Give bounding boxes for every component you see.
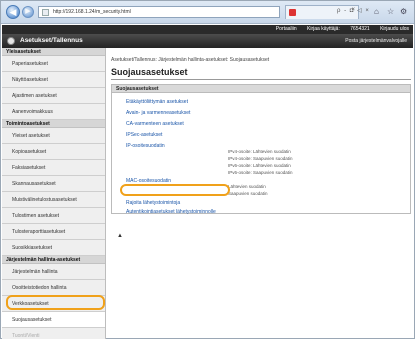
home-icon[interactable]: ⌂ [374,7,379,16]
tab-favicon-icon [289,9,296,16]
sidebar-item-favorites[interactable]: Suosikkiasetukset [2,240,105,256]
panel-header: Suojausasetukset [112,85,410,93]
sidebar-section-functions: Toimintoasetukset [2,120,105,128]
sidebar-item-fax[interactable]: Faksiasetukset [2,160,105,176]
user-id: 7654321 [350,26,370,32]
ipv4-inbound-filter: IPv4-osoite: Saapuvien suodatin [228,156,293,161]
sidebar-item-report[interactable]: Tulosteraporttiasetukset [2,224,105,240]
gear-icon[interactable]: ⚙ [400,7,407,16]
sidebar-item-printer[interactable]: Tulostimen asetukset [2,208,105,224]
ipsec-settings-link[interactable]: IPSec-asetukset [126,132,162,138]
browser-toolbar: ◀ ▶ http://192.168.1.24/m_security.html … [1,1,414,24]
browser-window: ◀ ▶ http://192.168.1.24/m_security.html … [0,0,415,339]
page-title: Suojausasetukset [111,67,188,77]
mac-outbound-filter: Lähtevien suodatin [228,184,266,189]
back-button[interactable]: ◀ [6,5,20,19]
app-title: Asetukset/Tallennus [20,37,83,44]
sidebar-item-memory-media[interactable]: Muistivälinetulostusasetukset [2,192,105,208]
sidebar-item-import-export[interactable]: Tuonti/Vienti [2,328,105,339]
star-icon[interactable]: ☆ [387,7,394,16]
app-top-bar: Portaaliin Kirjaa käyttäjä: 7654321 Kirj… [2,25,413,34]
tx-authentication-settings-link[interactable]: Autentikointiasetukset lähetystoiminnoll… [126,209,216,215]
sidebar-item-copy[interactable]: Kopioasetukset [2,144,105,160]
sidebar-section-general: Yleisasetukset [2,48,105,56]
sidebar-item-security[interactable]: Suojausasetukset [2,312,105,328]
ipv4-outbound-filter: IPv4-osoite: Lähtevien suodatin [228,149,291,154]
highlight-ring-sidebar [6,295,105,310]
ipv6-outbound-filter: IPv6-osoite: Lähtevien suodatin [228,163,291,168]
ca-certificate-settings-link[interactable]: CA-varmenteen asetukset [126,121,184,127]
address-bar-controls[interactable]: ρ - ◘ ◁ × [337,7,370,14]
app-header: Asetukset/Tallennus Posta järjestelmänva… [2,34,413,48]
breadcrumb: Asetukset/Tallennus: Järjestelmän hallin… [111,57,270,63]
sidebar-item-scan[interactable]: Skannausasetukset [2,176,105,192]
user-label: Kirjaa käyttäjä: [307,26,340,32]
remote-ui-settings-link[interactable]: Etäkäyttöliittymän asetukset [126,99,188,105]
sidebar-section-system: Järjestelmän hallinta-asetukset [2,256,105,264]
sidebar-item-common[interactable]: Yleiset asetukset [2,128,105,144]
address-bar[interactable]: http://192.168.1.24/m_security.html [38,6,280,18]
restrict-tx-functions-link[interactable]: Rajoita lähetystoimintoja [126,200,180,206]
sidebar-item-volume[interactable]: Aanenvoimakkuus [2,104,105,120]
settings-logo-icon [7,37,15,45]
portal-link[interactable]: Portaaliin [276,26,297,32]
page-icon [42,9,49,16]
back-to-top-icon[interactable]: ▲ [117,233,123,239]
ip-address-filter-link[interactable]: IP-osoitesuodatin [126,143,165,149]
forward-button[interactable]: ▶ [22,6,34,18]
url-text: http://192.168.1.24/m_security.html [53,9,131,15]
sidebar-item-system-management[interactable]: Järjestelmän hallinta [2,264,105,280]
mail-admin-link[interactable]: Posta järjestelmänvalvojalle [345,38,407,44]
mac-inbound-filter: Saapuvien suodatin [228,191,268,196]
logout-link[interactable]: Kirjaudu ulos [380,26,409,32]
sidebar-item-address-book[interactable]: Osoitteistotiedon hallinta [2,280,105,296]
ipv6-inbound-filter: IPv6-osoite: Saapuvien suodatin [228,170,293,175]
sidebar-item-display[interactable]: Näyttöasetukset [2,72,105,88]
key-certificate-settings-link[interactable]: Avain- ja varmenneasetukset [126,110,190,116]
sidebar-item-paper[interactable]: Paperiasetukset [2,56,105,72]
sidebar-item-timer[interactable]: Ajastimen asetukset [2,88,105,104]
title-divider [111,79,411,80]
highlight-ring-auth-link [120,184,230,196]
